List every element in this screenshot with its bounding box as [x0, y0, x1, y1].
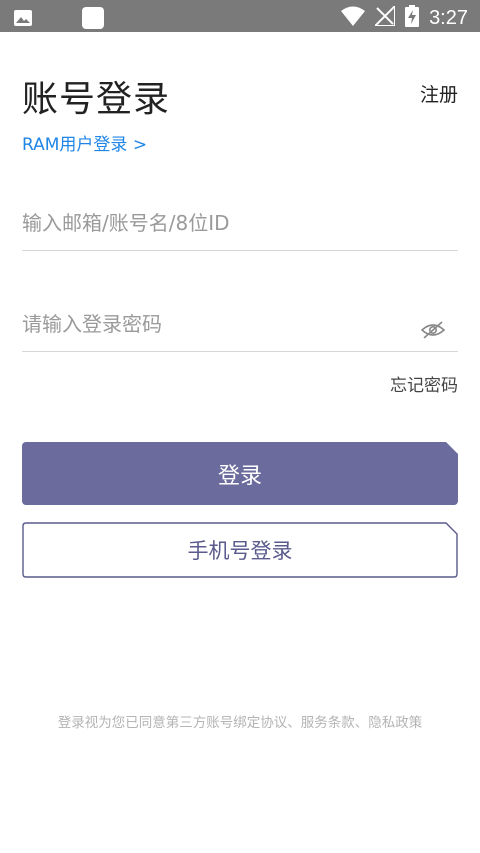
- agreement-text[interactable]: 登录视为您已同意第三方账号绑定协议、服务条款、隐私政策: [0, 711, 480, 731]
- status-time: 3:27: [429, 6, 468, 29]
- password-input[interactable]: [22, 309, 402, 339]
- image-icon: [14, 10, 32, 30]
- account-input[interactable]: [22, 208, 402, 238]
- eye-off-icon[interactable]: [420, 318, 446, 342]
- login-button[interactable]: 登录: [22, 442, 458, 505]
- register-link[interactable]: 注册: [420, 80, 458, 107]
- phone-login-button[interactable]: 手机号登录: [22, 522, 458, 578]
- ram-user-login-link[interactable]: RAM用户登录 >: [22, 130, 147, 155]
- wifi-icon: [341, 6, 366, 30]
- battery-charging-icon: [405, 5, 420, 31]
- page-title: 账号登录: [22, 79, 171, 120]
- account-input-underline: [22, 250, 458, 251]
- forgot-password-link[interactable]: 忘记密码: [390, 371, 458, 396]
- status-bar: 3:27: [0, 0, 480, 32]
- status-left: [14, 7, 104, 33]
- status-right: 3:27: [341, 3, 468, 31]
- square-icon: [82, 7, 104, 33]
- no-signal-icon: [372, 3, 397, 30]
- phone-login-label: 手机号登录: [187, 539, 293, 563]
- password-input-underline: [22, 351, 458, 352]
